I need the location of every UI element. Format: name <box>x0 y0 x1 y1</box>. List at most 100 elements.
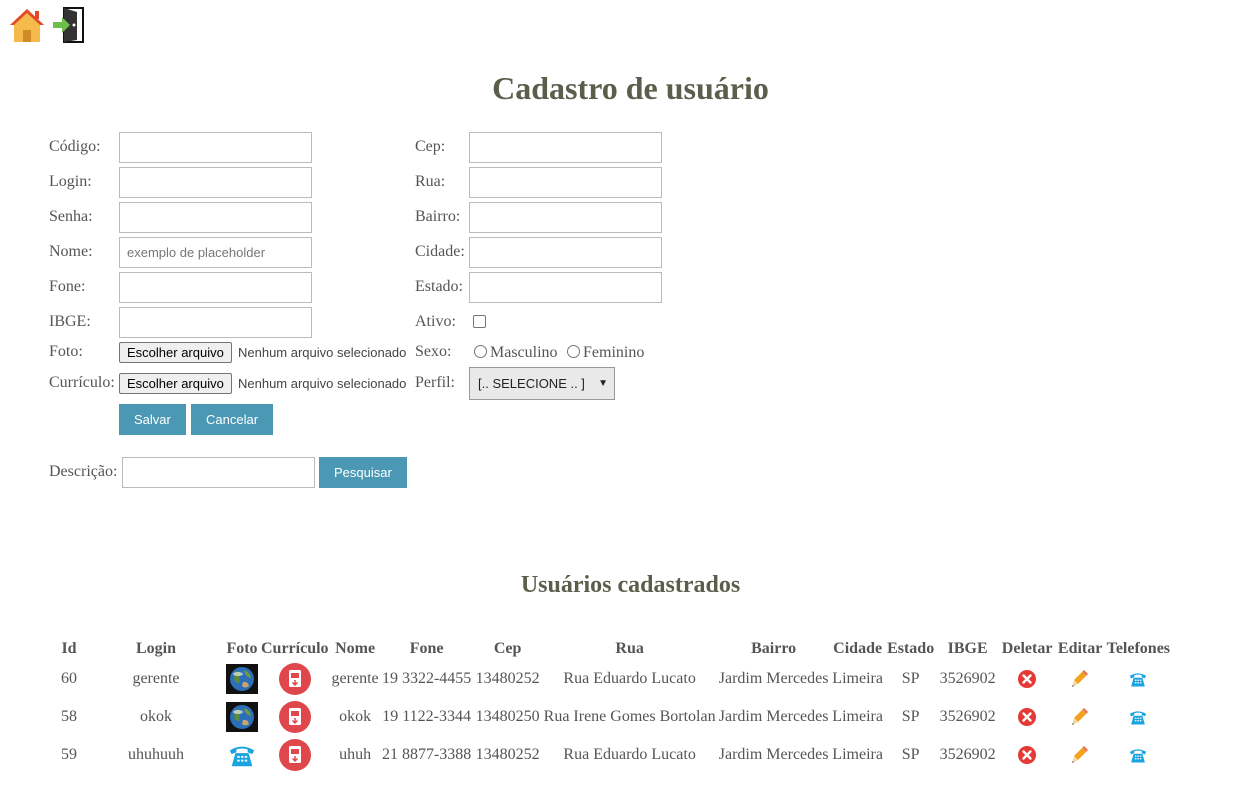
col-header-nome: Nome <box>335 640 376 657</box>
bairro-field[interactable] <box>469 202 662 233</box>
ibge-label: IBGE: <box>49 313 91 330</box>
telephone-icon[interactable] <box>1128 745 1148 765</box>
ibge-field[interactable] <box>119 307 312 338</box>
table-row: 58 okok okok 19 1122-3344 13480250 Rua Irene … <box>52 698 1170 736</box>
pencil-icon[interactable] <box>1071 745 1089 765</box>
col-header-cidade: Cidade <box>833 640 883 657</box>
home-icon[interactable] <box>8 6 46 49</box>
cell-id: 59 <box>61 746 77 763</box>
pencil-icon[interactable] <box>1071 707 1089 727</box>
curriculo-choose-file-button[interactable]: Escolher arquivo <box>119 373 232 394</box>
cell-ibge: 3526902 <box>939 708 996 725</box>
senha-field[interactable] <box>119 202 312 233</box>
cep-label: Cep: <box>415 138 446 155</box>
list-title: Usuários cadastrados <box>520 572 741 598</box>
col-header-deletar: Deletar <box>1001 640 1053 657</box>
codigo-field[interactable] <box>119 132 312 163</box>
rua-field[interactable] <box>469 167 662 198</box>
cell-deletar[interactable] <box>1001 698 1054 736</box>
sexo-label: Sexo: <box>415 343 452 360</box>
cell-editar[interactable] <box>1057 660 1104 698</box>
cell-fone: 21 8877-3388 <box>381 746 472 763</box>
save-button[interactable]: Salvar <box>119 404 186 435</box>
nome-field[interactable] <box>119 237 312 268</box>
cell-telefones[interactable] <box>1107 736 1170 774</box>
ativo-label: Ativo: <box>415 313 456 330</box>
ativo-checkbox[interactable] <box>473 315 486 328</box>
foto-file-status: Nenhum arquivo selecionado <box>238 345 407 360</box>
cidade-field[interactable] <box>469 237 662 268</box>
cell-fone: 19 1122-3344 <box>382 708 471 725</box>
cell-rua: Rua Eduardo Lucato <box>563 746 696 763</box>
exit-door-icon[interactable] <box>52 6 86 49</box>
telephone-icon[interactable] <box>1128 669 1148 689</box>
cell-estado: SP <box>901 746 920 763</box>
page-title: Cadastro de usuário <box>492 70 769 106</box>
col-header-curriculo: Currículo <box>261 640 329 657</box>
login-field[interactable] <box>119 167 312 198</box>
cell-editar[interactable] <box>1057 698 1104 736</box>
col-header-rua: Rua <box>615 640 644 657</box>
cell-id: 58 <box>61 708 77 725</box>
rua-label: Rua: <box>415 173 446 190</box>
cell-id: 60 <box>61 670 77 687</box>
perfil-label: Perfil: <box>415 374 455 391</box>
nome-label: Nome: <box>49 243 93 260</box>
cell-bairro: Jardim Mercedes <box>718 746 829 763</box>
sexo-masculino-radio[interactable] <box>474 345 487 358</box>
cell-cidade: Limeira <box>832 708 883 725</box>
col-header-editar: Editar <box>1057 640 1103 657</box>
pdf-download-icon <box>278 701 311 733</box>
cell-deletar[interactable] <box>1001 660 1054 698</box>
telephone-icon[interactable] <box>1128 707 1148 727</box>
cell-cep: 13480252 <box>475 746 540 763</box>
delete-x-icon[interactable] <box>1018 670 1037 689</box>
search-input[interactable] <box>122 457 315 488</box>
delete-x-icon[interactable] <box>1018 746 1037 765</box>
cell-nome: okok <box>339 708 372 725</box>
perfil-select[interactable]: [.. SELECIONE .. ] ▼ <box>469 367 615 400</box>
cell-editar[interactable] <box>1057 736 1104 774</box>
cell-fone: 19 3322-4455 <box>381 670 472 687</box>
cell-cidade: Limeira <box>832 670 883 687</box>
cell-rua: Rua Irene Gomes Bortolan <box>543 708 716 725</box>
delete-x-icon[interactable] <box>1018 708 1037 727</box>
search-button[interactable]: Pesquisar <box>319 457 407 488</box>
cell-ibge: 3526902 <box>939 670 996 687</box>
cell-login: okok <box>140 708 172 725</box>
estado-field[interactable] <box>469 272 662 303</box>
cell-deletar[interactable] <box>1001 736 1054 774</box>
pdf-download-icon <box>278 739 311 771</box>
cidade-label: Cidade: <box>415 243 465 260</box>
descricao-label: Descrição: <box>49 463 118 480</box>
curriculo-label: Currículo: <box>49 374 115 391</box>
pencil-icon[interactable] <box>1071 669 1089 689</box>
cell-cep: 13480252 <box>475 670 540 687</box>
cell-telefones[interactable] <box>1107 660 1170 698</box>
earth-photo-icon <box>226 702 258 732</box>
chevron-down-icon: ▼ <box>598 378 608 389</box>
cep-field[interactable] <box>469 132 662 163</box>
table-header-row: Id Login Foto Currículo Nome Fone Cep Ru… <box>52 638 1170 660</box>
cancel-button[interactable]: Cancelar <box>191 404 274 435</box>
fone-field[interactable] <box>119 272 312 303</box>
sexo-feminino-label: Feminino <box>583 344 645 361</box>
sexo-feminino-radio[interactable] <box>567 345 580 358</box>
cell-foto <box>226 736 258 774</box>
cell-foto <box>226 660 258 698</box>
bairro-label: Bairro: <box>415 208 461 225</box>
cell-curriculo[interactable] <box>261 660 329 698</box>
cell-nome: gerente <box>331 670 379 687</box>
cell-telefones[interactable] <box>1107 698 1170 736</box>
col-header-telefones: Telefones <box>1106 640 1171 657</box>
col-header-bairro: Bairro <box>751 640 797 657</box>
col-header-cep: Cep <box>493 640 522 657</box>
cell-curriculo[interactable] <box>261 736 329 774</box>
foto-label: Foto: <box>49 343 83 360</box>
perfil-selected-value: [.. SELECIONE .. ] <box>478 376 585 391</box>
cell-estado: SP <box>901 670 920 687</box>
codigo-label: Código: <box>49 138 101 155</box>
fone-label: Fone: <box>49 278 86 295</box>
cell-curriculo[interactable] <box>261 698 329 736</box>
foto-choose-file-button[interactable]: Escolher arquivo <box>119 342 232 363</box>
